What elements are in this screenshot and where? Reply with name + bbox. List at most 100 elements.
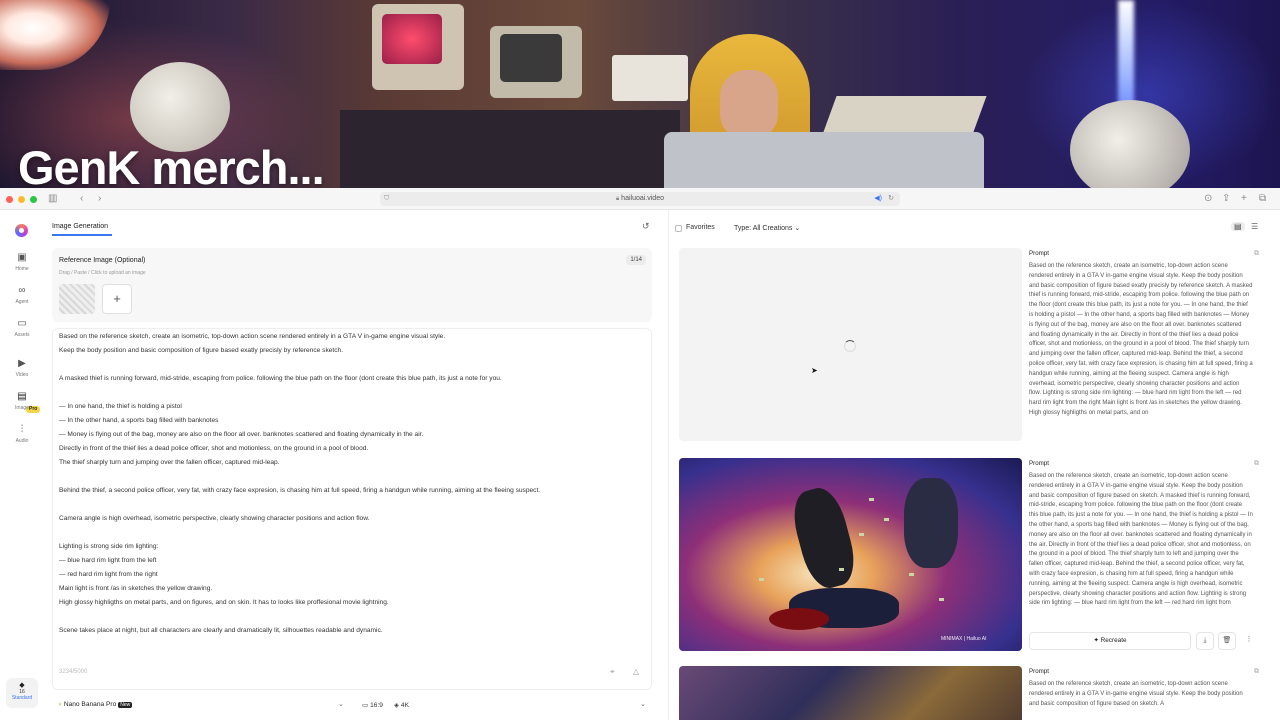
more-button[interactable]: ⋮ — [1240, 632, 1258, 650]
active-tab-indicator — [52, 234, 112, 236]
address-bar[interactable]: ⛉ 🔒︎ hailuoai.video ◀︎) ↻ — [380, 192, 900, 206]
prompt-title: Prompt — [1029, 250, 1049, 257]
reference-title: Reference Image (Optional) — [59, 257, 146, 264]
generating-image: ➤ — [679, 248, 1022, 441]
share-icon[interactable]: ⇪ — [1222, 193, 1230, 205]
creation-card[interactable]: Prompt ⧉ Based on the reference sketch, … — [679, 666, 1269, 720]
sidebar-item-agent[interactable]: ∞ Agent — [0, 285, 44, 305]
chevron-down-icon[interactable]: ⌄ — [338, 700, 344, 708]
plan-widget[interactable]: ◆ 16 Standard — [6, 678, 38, 708]
close-window-button[interactable] — [6, 196, 13, 203]
forward-icon[interactable]: › — [98, 193, 101, 205]
hailuo-logo[interactable] — [15, 224, 28, 237]
prompt-text: Based on the reference sketch, create an… — [1029, 473, 1253, 607]
home-icon: ▣ — [17, 252, 27, 263]
tab-image-generation[interactable]: Image Generation — [52, 223, 108, 230]
sidebar-item-video[interactable]: ▶ Video — [0, 358, 44, 378]
type-filter[interactable]: Type: All Creations ⌄ — [734, 224, 800, 232]
reset-icon[interactable]: ↺ — [642, 221, 650, 232]
new-badge: New — [118, 702, 133, 708]
prompt-line: Camera angle is high overhead, isometric… — [59, 515, 370, 522]
video-icon: ▶ — [18, 358, 26, 369]
prompt-line: — In one hand, the thief is holding a pi… — [59, 403, 182, 410]
list-view-icon[interactable]: ☰ — [1251, 222, 1258, 231]
reference-hint: Drag / Paste / Click to upload an image — [59, 270, 146, 276]
delete-button[interactable]: 🗑︎ — [1218, 632, 1236, 650]
sidebar-item-audio[interactable]: ⫶ Audio — [0, 424, 44, 444]
type-label: Type: — [734, 225, 752, 232]
grid-view-icon[interactable]: ▤ — [1231, 222, 1245, 231]
thief-figure — [786, 483, 862, 593]
tabs-overview-icon[interactable]: ⧉ — [1259, 193, 1266, 205]
download-button[interactable]: ⤓ — [1196, 632, 1214, 650]
sidebar-toggle-icon[interactable]: ▥ — [48, 193, 57, 205]
aspect-ratio-select[interactable]: ▭ 16:9 — [362, 701, 383, 709]
more-icon: ⋮ — [1245, 636, 1253, 643]
location-icon[interactable]: ⌖ — [610, 667, 615, 677]
reference-count: 1/14 — [626, 255, 646, 265]
prompt-text: Based on the reference sketch, create an… — [1029, 263, 1253, 416]
prompt-line: The thief sharply turn and jumping over … — [59, 459, 280, 466]
sidebar-item-home[interactable]: ▣ Home — [0, 252, 44, 272]
copy-icon[interactable]: ⧉ — [1254, 668, 1259, 676]
prompt-input[interactable]: Based on the reference sketch, create an… — [52, 328, 652, 690]
chevron-down-icon[interactable]: ⌄ — [640, 700, 646, 708]
new-tab-icon[interactable]: + — [1241, 193, 1247, 205]
model-select[interactable]: ◗ Nano Banana Pro New — [58, 701, 133, 708]
add-image-button[interactable]: + — [102, 284, 132, 314]
type-value: All Creations — [752, 225, 793, 232]
minimize-window-button[interactable] — [18, 196, 25, 203]
banknote — [909, 573, 914, 576]
enhance-icon[interactable]: △ — [633, 667, 639, 676]
generated-image[interactable]: MINIMAX | Hailuo AI — [679, 458, 1022, 651]
resolution-select[interactable]: ◈ 4K — [394, 701, 409, 709]
zoom-window-button[interactable] — [30, 196, 37, 203]
lock-icon: 🔒︎ — [616, 196, 620, 202]
prompt-text: Based on the reference sketch, create an… — [1029, 681, 1243, 707]
creation-card[interactable]: ➤ Prompt ⧉ Based on the reference sketch… — [679, 248, 1269, 448]
retro-monitor — [490, 26, 582, 98]
prompt-line: High glossy highligths on metal parts, a… — [59, 599, 389, 606]
download-icon[interactable]: ⊙ — [1204, 193, 1212, 205]
banknote — [939, 598, 944, 601]
loading-spinner — [844, 340, 856, 352]
audio-icon[interactable]: ◀︎) — [874, 192, 882, 206]
prompt-line: — red hard rim light from the right — [59, 571, 158, 578]
reference-image-section[interactable]: Reference Image (Optional) Drag / Paste … — [52, 248, 652, 322]
prompt-line: Scene takes place at night, but all char… — [59, 627, 383, 634]
banknote — [869, 498, 874, 501]
sidebar-item-label: Assets — [14, 332, 30, 338]
download-icon: ⤓ — [1203, 637, 1207, 644]
banana-icon: ◗ — [58, 701, 62, 708]
back-icon[interactable]: ‹ — [80, 193, 83, 205]
sidebar-item-assets[interactable]: ▭ Assets — [0, 318, 44, 338]
generation-panel: Image Generation ↺ Reference Image (Opti… — [44, 210, 660, 720]
blood-pool — [769, 608, 829, 630]
creation-card[interactable]: MINIMAX | Hailuo AI Prompt ⧉ Based on th… — [679, 458, 1269, 658]
browser-toolbar: ▥ ‹ › ⛉ 🔒︎ hailuoai.video ◀︎) ↻ ⊙ ⇪ + ⧉ — [0, 188, 1280, 210]
generation-settings: ◗ Nano Banana Pro New ⌄ ▭ 16:9 ◈ 4K ⌄ — [52, 698, 652, 714]
prompt-line: A masked thief is running forward, mid-s… — [59, 375, 502, 382]
mouse-cursor: ➤ — [811, 366, 818, 375]
prompt-line: Keep the body position and basic composi… — [59, 347, 344, 354]
generated-image[interactable] — [679, 666, 1022, 720]
favorites-checkbox[interactable] — [675, 225, 682, 232]
sidebar-item-label: Agent — [15, 299, 29, 305]
copy-icon[interactable]: ⧉ — [1254, 250, 1259, 258]
credits-icon: ◆ — [19, 682, 25, 689]
model-name: Nano Banana Pro — [63, 701, 117, 708]
laptop — [664, 132, 984, 188]
recreate-button[interactable]: ✦ Recreate — [1029, 632, 1191, 650]
astronaut-helmet — [130, 62, 230, 152]
resolution-value: 4K — [400, 702, 409, 709]
copy-icon[interactable]: ⧉ — [1254, 460, 1259, 468]
sidebar-item-image[interactable]: ▤ Image — [0, 391, 44, 411]
retro-monitor — [372, 4, 464, 90]
video-caption: GenK merch... — [18, 141, 325, 188]
creations-panel: Favorites Type: All Creations ⌄ ▤ ☰ ➤ Pr… — [668, 210, 1280, 720]
banknote — [859, 533, 864, 536]
reference-thumbnail[interactable] — [59, 284, 95, 314]
video-frame: GenK merch... — [0, 0, 1280, 188]
reload-icon[interactable]: ↻ — [888, 192, 894, 206]
favorites-label[interactable]: Favorites — [686, 224, 715, 231]
